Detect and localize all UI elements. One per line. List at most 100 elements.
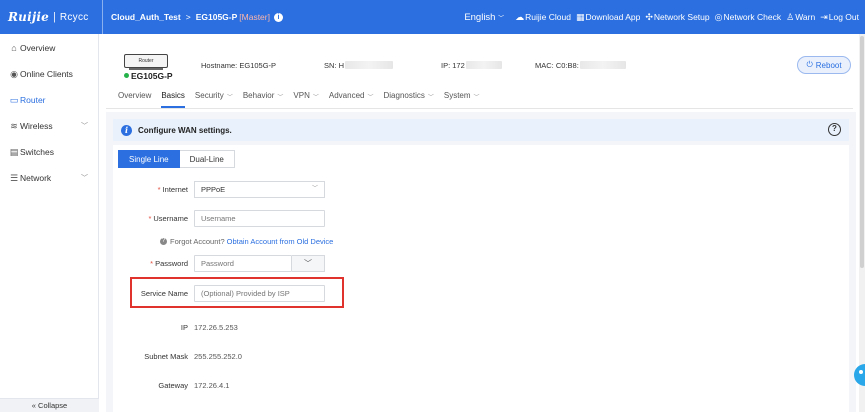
clients-icon: ◉	[10, 68, 18, 79]
reboot-button[interactable]: ⏻ Reboot	[797, 56, 851, 74]
device-image: Router	[124, 54, 168, 70]
info-icon: i	[121, 124, 132, 136]
tab-label: Behavior	[242, 91, 275, 100]
forgot-text: Forgot Account?	[170, 237, 225, 246]
ruijie-cloud-link[interactable]: ☁ Ruijie Cloud	[515, 12, 571, 23]
warn-link[interactable]: ♙ Warn	[786, 12, 815, 23]
master-badge: [Master]	[239, 12, 270, 22]
switches-icon: ▤	[9, 146, 19, 157]
chevron-down-icon: ﹀	[473, 95, 480, 101]
chevron-down-icon: ﹀	[226, 95, 233, 101]
scrollbar-thumb[interactable]	[860, 36, 864, 268]
sidebar-item-router[interactable]: ▭ Router	[0, 87, 98, 113]
reboot-label: Reboot	[815, 60, 842, 70]
username-label-text: Username	[153, 214, 188, 223]
password-input[interactable]	[194, 255, 292, 272]
sidebar-item-network[interactable]: ☰ Network ﹀	[0, 165, 98, 191]
single-line-button[interactable]: Single Line	[118, 150, 180, 168]
breadcrumb-project[interactable]: Cloud_Auth_Test	[111, 12, 181, 22]
username-label: * Username	[113, 214, 194, 223]
wireless-icon: ≋	[10, 120, 18, 131]
forgot-account: ? Forgot Account? Obtain Account from Ol…	[160, 237, 333, 246]
assistant-icon[interactable]	[853, 362, 865, 388]
tab-basics[interactable]: Basics	[161, 91, 185, 108]
sidebar-item-label: Overview	[20, 43, 56, 53]
subnet-row: Subnet Mask 255.255.252.0	[113, 348, 242, 365]
subnet-label: Subnet Mask	[144, 352, 188, 361]
nav-label: Network Check	[723, 12, 782, 22]
chevron-down-icon: ﹀	[367, 95, 374, 101]
language-label: English	[464, 11, 496, 23]
ip-value: 172.26.5.253	[194, 323, 238, 332]
internet-select[interactable]: PPPoE ﹀	[194, 181, 325, 198]
nav-label: Ruijie Cloud	[525, 12, 571, 22]
password-label-text: Password	[155, 259, 188, 268]
network-setup-link[interactable]: ✣ Network Setup	[645, 12, 709, 23]
sidebar-item-online-clients[interactable]: ◉ Online Clients	[0, 61, 98, 87]
redacted-value	[579, 61, 626, 69]
nav-label: Download App	[585, 12, 641, 22]
top-nav: English ﹀ ☁ Ruijie Cloud ▦ Download App ✣ N…	[464, 12, 865, 23]
info-icon[interactable]: i	[273, 12, 283, 22]
internet-label-text: Internet	[162, 185, 188, 194]
line-mode-toggle: Single Line Dual-Line	[118, 150, 235, 168]
sidebar-item-label: Router	[20, 95, 46, 105]
tab-advanced[interactable]: Advanced ﹀	[329, 91, 374, 108]
password-label: * Password	[113, 259, 194, 268]
internet-value: PPPoE	[201, 185, 226, 194]
ip-label: IP	[180, 323, 188, 332]
eye-closed-icon[interactable]: ﹀	[292, 255, 325, 272]
main-content: Router EG105G-P Hostname: EG105G-P SN: H…	[100, 34, 865, 412]
username-row: * Username	[113, 210, 325, 227]
sidebar-item-overview[interactable]: ⌂ Overview	[0, 35, 98, 61]
sidebar-item-label: Wireless	[20, 121, 53, 131]
sn-field: SN: H	[324, 61, 394, 70]
help-icon[interactable]: ?	[828, 123, 841, 136]
notice-text: Configure WAN settings.	[138, 125, 232, 135]
logout-link[interactable]: ⇥ Log Out	[820, 12, 859, 23]
ip-value: 172	[452, 61, 465, 70]
tab-label: Overview	[118, 91, 152, 100]
breadcrumb-separator: >	[185, 12, 191, 22]
download-app-link[interactable]: ▦ Download App	[576, 12, 640, 23]
tab-label: Diagnostics	[383, 91, 425, 100]
network-icon: ☰	[9, 172, 19, 183]
tab-label: Basics	[161, 91, 185, 100]
tab-label: Advanced	[328, 91, 365, 100]
tab-label: Security	[194, 91, 224, 100]
network-check-link[interactable]: ◎ Network Check	[715, 12, 782, 23]
nav-label: Log Out	[828, 12, 859, 22]
tab-vpn[interactable]: VPN ﹀	[293, 91, 318, 108]
chevron-down-icon: ﹀	[498, 15, 505, 22]
gateway-row: Gateway 172.26.4.1	[113, 377, 229, 394]
network-check-icon: ◎	[714, 11, 723, 22]
logo-secondary: Rcycc	[59, 11, 89, 23]
tab-system[interactable]: System ﹀	[444, 91, 480, 108]
tab-overview[interactable]: Overview	[118, 91, 151, 108]
dual-line-button[interactable]: Dual-Line	[179, 150, 235, 168]
tab-security[interactable]: Security ﹀	[195, 91, 233, 108]
chevron-down-icon: ﹀	[312, 95, 319, 101]
nav-label: Warn	[795, 12, 816, 22]
power-icon: ⏻	[806, 60, 813, 69]
obtain-account-link[interactable]: Obtain Account from Old Device	[227, 237, 334, 246]
router-icon: ▭	[9, 94, 19, 105]
subnet-value: 255.255.252.0	[194, 352, 242, 361]
username-input[interactable]	[194, 210, 325, 227]
breadcrumb: Cloud_Auth_Test > EG105G-P [Master] i	[103, 12, 283, 22]
device-image-label: Router	[138, 58, 154, 64]
tab-diagnostics[interactable]: Diagnostics ﹀	[384, 91, 434, 108]
double-chevron-left-icon: «	[31, 401, 36, 410]
cloud-icon: ☁	[515, 11, 525, 22]
collapse-button[interactable]: « Collapse	[0, 398, 99, 412]
ip-label: IP:	[441, 61, 451, 70]
brand-logo[interactable]: Ruijie | Rcycc	[0, 0, 103, 34]
mac-value: C0:B8:	[555, 61, 579, 70]
sidebar-item-wireless[interactable]: ≋ Wireless ﹀	[0, 113, 98, 139]
question-icon: ?	[160, 238, 167, 245]
sidebar-item-switches[interactable]: ▤ Switches	[0, 139, 98, 165]
ip-field: IP: 172	[441, 61, 502, 70]
network-setup-icon: ✣	[645, 11, 653, 22]
language-select[interactable]: English ﹀	[464, 12, 504, 23]
tab-behavior[interactable]: Behavior ﹀	[243, 91, 284, 108]
